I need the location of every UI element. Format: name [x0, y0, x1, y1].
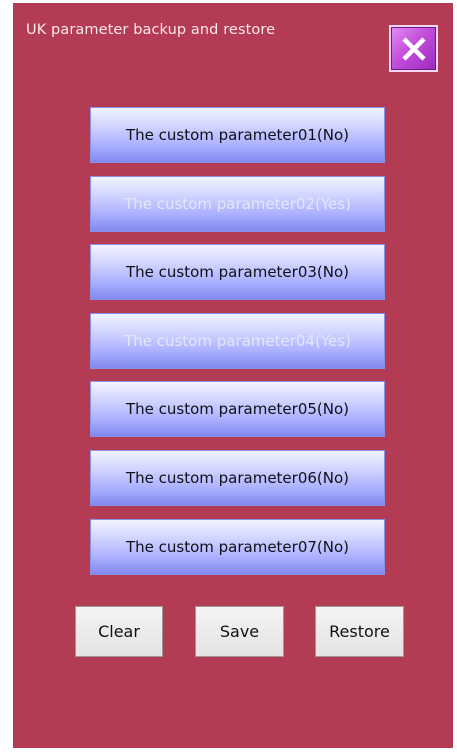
parameter-02-button[interactable]: The custom parameter02(Yes)	[90, 176, 385, 232]
close-icon	[401, 36, 426, 61]
close-button[interactable]	[389, 25, 438, 72]
parameter-05-button[interactable]: The custom parameter05(No)	[90, 381, 385, 437]
parameter-06-button[interactable]: The custom parameter06(No)	[90, 450, 385, 506]
parameter-07-button[interactable]: The custom parameter07(No)	[90, 519, 385, 575]
dialog-panel: UK parameter backup and restore The cust…	[13, 3, 453, 748]
clear-button[interactable]: Clear	[75, 606, 163, 657]
save-button[interactable]: Save	[195, 606, 284, 657]
parameter-03-button[interactable]: The custom parameter03(No)	[90, 244, 385, 300]
dialog-title: UK parameter backup and restore	[26, 22, 276, 38]
parameter-01-button[interactable]: The custom parameter01(No)	[90, 107, 385, 163]
parameter-04-button[interactable]: The custom parameter04(Yes)	[90, 313, 385, 369]
restore-button[interactable]: Restore	[315, 606, 404, 657]
